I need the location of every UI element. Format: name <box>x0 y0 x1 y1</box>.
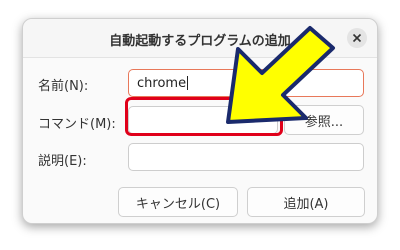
name-label: 名前(N): <box>38 79 89 94</box>
cancel-button[interactable]: キャンセル(C) <box>118 187 238 217</box>
dialog-title: 自動起動するプログラムの追加 <box>109 34 291 49</box>
command-label: コマンド(M): <box>38 117 116 132</box>
close-button[interactable] <box>347 28 367 48</box>
add-button[interactable]: 追加(A) <box>247 187 365 217</box>
name-field-value: chrome <box>137 75 187 91</box>
text-caret <box>187 76 189 90</box>
dialog-titlebar: 自動起動するプログラムの追加 <box>23 19 377 58</box>
browse-button[interactable]: 参照... <box>284 105 364 135</box>
close-icon <box>352 33 362 43</box>
description-label: 説明(E): <box>38 154 87 169</box>
name-field[interactable]: chrome <box>128 69 364 97</box>
annotation-highlight-box <box>125 97 283 136</box>
description-field[interactable] <box>128 143 364 171</box>
